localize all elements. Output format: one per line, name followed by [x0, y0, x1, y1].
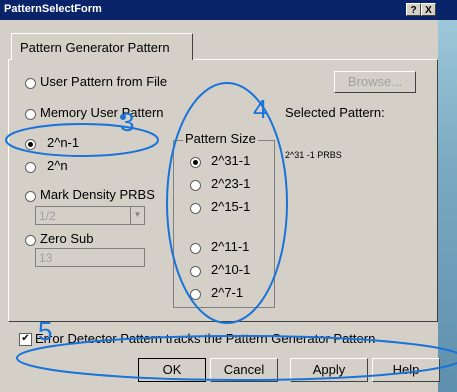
mark-density-dropdown[interactable]: 1/2 ▼ — [35, 206, 145, 225]
radio-size-2-31[interactable] — [190, 157, 201, 168]
tab-label: Pattern Generator Pattern — [20, 40, 170, 55]
radio-label-memory-user-pattern: Memory User Pattern — [40, 105, 164, 120]
radio-label-size-2-10: 2^10-1 — [211, 262, 251, 277]
browse-button[interactable]: Browse... — [334, 71, 416, 93]
callout-3-number: 3 — [120, 107, 135, 137]
radio-mark-density[interactable] — [25, 191, 36, 202]
radio-2n[interactable] — [25, 162, 36, 173]
title-bar: PatternSelectForm ? X — [0, 0, 457, 20]
radio-label-2n: 2^n — [47, 158, 68, 173]
radio-memory-user-pattern[interactable] — [25, 109, 36, 120]
error-detector-label: Error Detector Pattern tracks the Patter… — [35, 331, 376, 346]
tab-pattern-generator[interactable]: Pattern Generator Pattern — [11, 33, 193, 60]
radio-label-size-2-15: 2^15-1 — [211, 199, 251, 214]
radio-zero-sub[interactable] — [25, 235, 36, 246]
radio-label-size-2-23: 2^23-1 — [211, 176, 251, 191]
help-button[interactable]: Help — [372, 358, 440, 382]
background-strip — [438, 20, 457, 392]
help-title-button[interactable]: ? — [406, 3, 421, 16]
zero-sub-field[interactable]: 13 — [35, 248, 145, 267]
radio-size-2-7[interactable] — [190, 289, 201, 300]
radio-label-size-2-31: 2^31-1 — [211, 153, 251, 168]
radio-size-2-23[interactable] — [190, 180, 201, 191]
radio-size-2-11[interactable] — [190, 243, 201, 254]
zero-sub-value: 13 — [39, 251, 53, 265]
checkmark-icon: ✔ — [21, 333, 30, 344]
radio-label-size-2-7: 2^7-1 — [211, 285, 244, 300]
radio-label-zero-sub: Zero Sub — [40, 231, 94, 246]
radio-size-2-10[interactable] — [190, 266, 201, 277]
selected-pattern-label: Selected Pattern: — [285, 105, 385, 120]
radio-user-pattern-file[interactable] — [25, 78, 36, 89]
apply-button[interactable]: Apply — [290, 358, 368, 382]
callout-5-number: 5 — [38, 316, 53, 346]
radio-size-2-15[interactable] — [190, 203, 201, 214]
selected-pattern-value: 2^31 -1 PRBS — [285, 150, 342, 160]
radio-label-size-2-11: 2^11-1 — [211, 239, 250, 254]
cancel-button[interactable]: Cancel — [210, 358, 278, 382]
error-detector-checkbox[interactable]: ✔ — [19, 333, 32, 346]
pattern-select-window: PatternSelectForm ? X Pattern Generator … — [0, 0, 457, 392]
callout-4-number: 4 — [253, 94, 268, 124]
window-title: PatternSelectForm — [4, 3, 102, 15]
pattern-size-title: Pattern Size — [183, 131, 258, 146]
mark-density-value: 1/2 — [39, 209, 56, 223]
close-title-button[interactable]: X — [421, 3, 436, 16]
radio-label-mark-density: Mark Density PRBS — [40, 187, 155, 202]
chevron-down-icon: ▼ — [130, 207, 144, 224]
radio-label-user-pattern-file: User Pattern from File — [40, 74, 168, 89]
ok-button[interactable]: OK — [138, 358, 206, 382]
radio-2n-minus-1[interactable] — [25, 139, 36, 150]
radio-label-2n-minus-1: 2^n-1 — [47, 135, 80, 150]
